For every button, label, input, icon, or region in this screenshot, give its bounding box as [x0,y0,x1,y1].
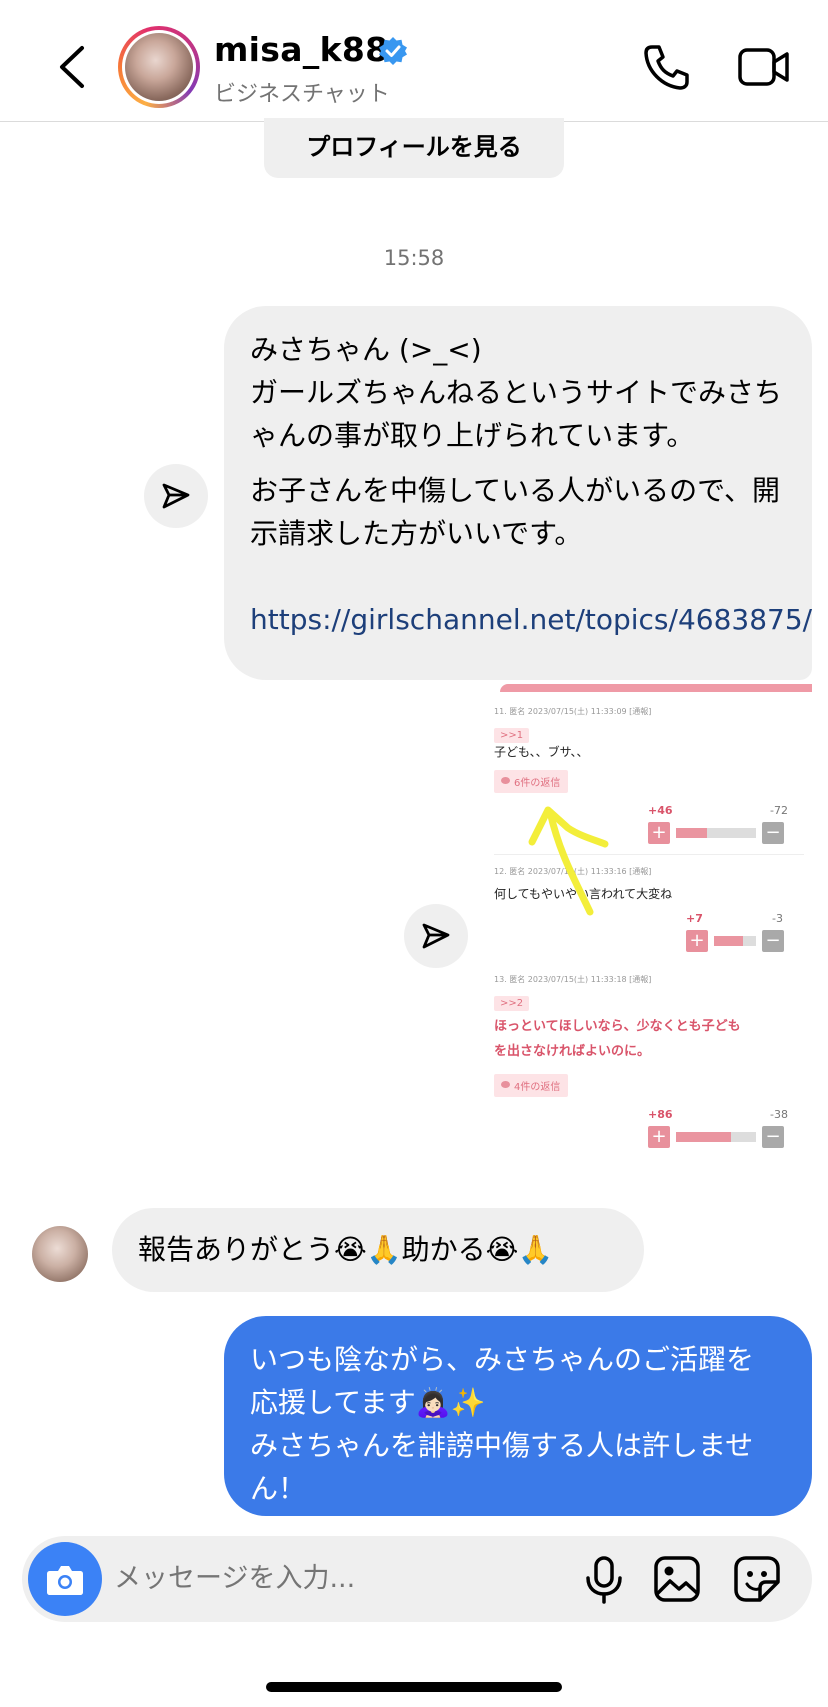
message-composer [22,1536,812,1622]
camera-icon [47,1566,83,1595]
sticker-button[interactable] [732,1554,782,1604]
profile-avatar[interactable] [118,26,200,108]
comment-anchor: >>2 [494,996,530,1011]
minus-count: -3 [772,912,783,925]
comment-anchor: >>1 [494,728,530,743]
verified-badge-icon [379,37,407,65]
plus-vote-button: + [686,930,708,952]
vote-ratio-bar [676,828,756,838]
comment-meta: 11. 匿名 2023/07/15(土) 11:33:09 [通報] [494,707,652,716]
minus-vote-button: − [762,822,784,844]
chat-username[interactable]: misa_k88 [214,30,388,69]
camera-button[interactable] [28,1542,102,1616]
message-timestamp: 15:58 [383,246,445,270]
received-message-bubble[interactable]: 報告ありがとう😭🙏助かる😭🙏 [112,1208,644,1292]
vote-ratio-bar [714,936,756,946]
message-line: 応援してます🙇🏻‍♀️✨ [250,1386,486,1419]
minus-vote-button: − [762,1126,784,1148]
sent-message-bubble[interactable]: みさちゃん (>_<) ガールズちゃんねるというサイトでみさちゃんの事が取り上げ… [224,306,812,680]
message-line: みさちゃんを誹謗中傷する人は許しません！ [250,1429,754,1505]
plus-count: +86 [648,1108,673,1121]
phone-icon [644,45,689,90]
home-indicator [266,1682,562,1692]
chat-subtitle: ビジネスチャット [214,82,390,107]
voice-message-button[interactable] [582,1556,626,1604]
view-profile-button[interactable]: プロフィールを見る [264,118,564,178]
comment-text: ほっといてほしいなら、少なくとも子ども [494,1019,741,1034]
avatar-photo [125,33,193,101]
gallery-icon [654,1556,700,1602]
share-button[interactable] [404,904,468,968]
chat-header: misa_k88 ビジネスチャット [0,0,828,122]
message-link[interactable]: https://girlschannel.net/topics/4683875/ [250,598,812,641]
reply-count-badge: 4件の返信 [494,1074,569,1097]
plus-count: +46 [648,804,673,817]
voice-call-button[interactable] [642,42,690,92]
plus-vote-button: + [648,822,670,844]
screenshot-header-bar [500,684,812,692]
sender-avatar[interactable] [32,1226,88,1282]
gallery-button[interactable] [652,1554,702,1604]
mic-icon [586,1556,622,1604]
vote-ratio-fill [676,1132,732,1142]
sent-message-bubble[interactable]: いつも陰ながら、みさちゃんのご活躍を 応援してます🙇🏻‍♀️✨ みさちゃんを誹謗… [224,1316,812,1516]
share-icon [162,483,190,509]
vote-ratio-bar [676,1132,756,1142]
vote-ratio-fill [676,828,708,838]
comment-meta: 13. 匿名 2023/07/15(土) 11:33:18 [通報] [494,975,652,984]
reply-count-badge: 6件の返信 [494,770,569,793]
message-line: いつも陰ながら、みさちゃんのご活躍を [250,1343,755,1376]
shared-screenshot-image[interactable]: 11. 匿名 2023/07/15(土) 11:33:09 [通報] >>1 子… [486,684,812,1182]
minus-count: -38 [770,1108,788,1121]
plus-vote-button: + [648,1126,670,1148]
minus-count: -72 [770,804,788,817]
highlight-arrow-drawing [528,806,609,916]
share-button[interactable] [144,464,208,528]
comment-text: を出さなければよいのに。 [494,1044,651,1059]
video-icon [738,48,789,86]
message-line: ガールズちゃんねるというサイトでみさちゃんの事が取り上げられています。 [250,376,783,452]
vote-ratio-fill [714,936,744,946]
share-icon [422,923,450,949]
video-call-button[interactable] [738,44,790,90]
message-line: お子さんを中傷している人がいるので、開示請求した方がいいです。 [250,474,781,550]
message-line: みさちゃん (>_<) [250,333,482,366]
plus-count: +7 [686,912,703,925]
back-button[interactable] [52,42,92,92]
message-input[interactable] [114,1536,494,1622]
comment-text: 子ども、、ブサ、、 [494,745,589,759]
back-icon [60,46,84,88]
minus-vote-button: − [762,930,784,952]
sticker-icon [734,1556,780,1602]
